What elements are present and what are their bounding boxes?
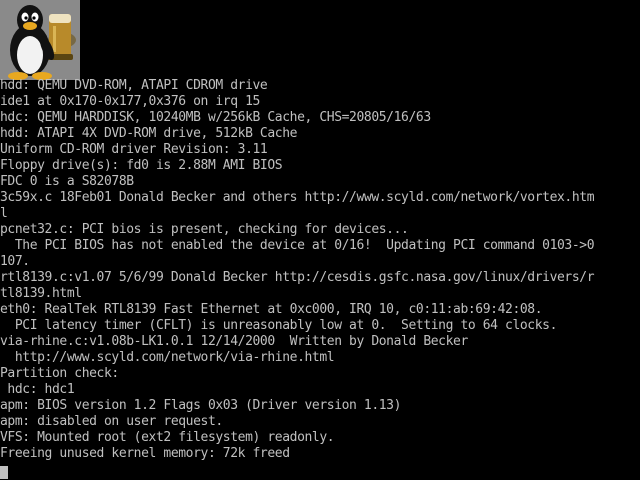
console-line: 107. [0, 254, 30, 269]
console-line: l [0, 206, 8, 221]
console-line: Freeing unused kernel memory: 72k freed [0, 446, 290, 461]
console-line: apm: BIOS version 1.2 Flags 0x03 (Driver… [0, 398, 402, 413]
console-line: Uniform CD-ROM driver Revision: 3.11 [0, 142, 268, 157]
console-line: The PCI BIOS has not enabled the device … [0, 238, 595, 253]
console-line: 3c59x.c 18Feb01 Donald Becker and others… [0, 190, 595, 205]
console-line: FDC 0 is a S82078B [0, 174, 134, 189]
console-line: pcnet32.c: PCI bios is present, checking… [0, 222, 409, 237]
console-line: VFS: Mounted root (ext2 filesystem) read… [0, 430, 335, 445]
kernel-boot-log: hdd: QEMU DVD-ROM, ATAPI CDROM drive ide1… [0, 78, 640, 462]
console-line: http://www.scyld.com/network/via-rhine.h… [0, 350, 335, 365]
console-line: Partition check: [0, 366, 119, 381]
console-line: rtl8139.c:v1.07 5/6/99 Donald Becker htt… [0, 270, 595, 285]
console-line: ide1 at 0x170-0x177,0x376 on irq 15 [0, 94, 260, 109]
console-line: hdd: ATAPI 4X DVD-ROM drive, 512kB Cache [0, 126, 298, 141]
tux-penguin-with-beer-icon [0, 0, 80, 80]
console-line: tl8139.html [0, 286, 82, 301]
text-cursor [0, 466, 8, 479]
console-line: hdc: QEMU HARDDISK, 10240MB w/256kB Cach… [0, 110, 431, 125]
console-line: PCI latency timer (CFLT) is unreasonably… [0, 318, 558, 333]
console-line: Floppy drive(s): fd0 is 2.88M AMI BIOS [0, 158, 283, 173]
console-line: apm: disabled on user request. [0, 414, 223, 429]
console-line: via-rhine.c:v1.08b-LK1.0.1 12/14/2000 Wr… [0, 334, 468, 349]
console-line: hdc: hdc1 [0, 382, 75, 397]
console-line: hdd: QEMU DVD-ROM, ATAPI CDROM drive [0, 78, 268, 93]
console-line: eth0: RealTek RTL8139 Fast Ethernet at 0… [0, 302, 543, 317]
text-console-screen[interactable]: hdd: QEMU DVD-ROM, ATAPI CDROM drive ide1… [0, 0, 640, 480]
